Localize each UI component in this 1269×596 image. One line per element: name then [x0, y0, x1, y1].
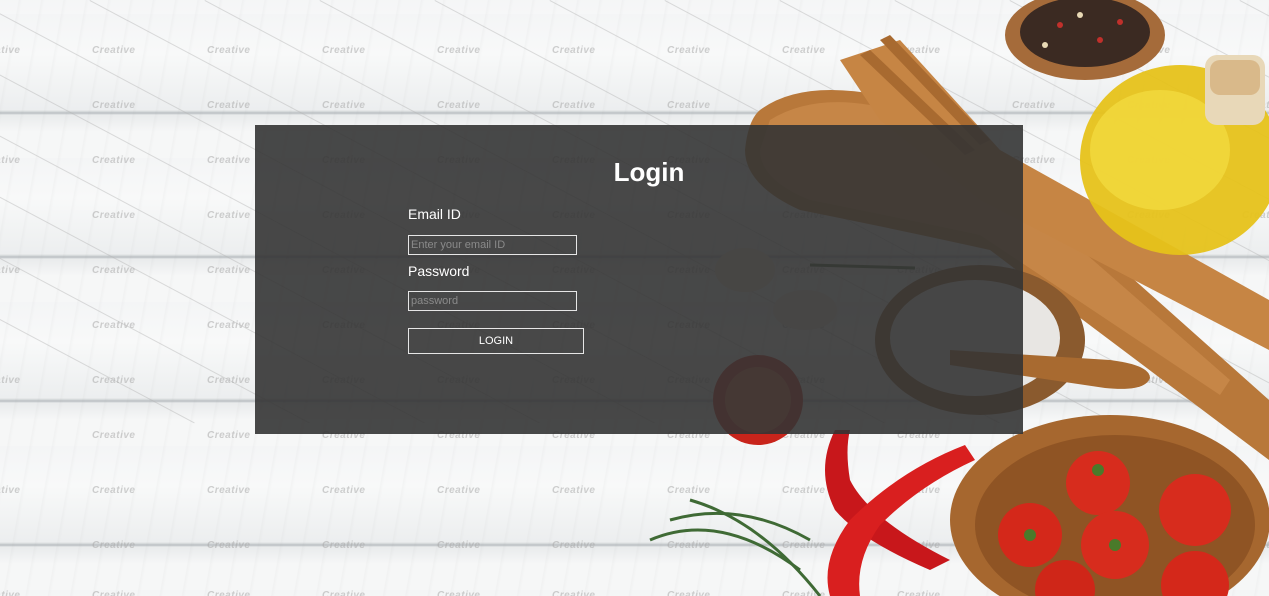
email-input[interactable]	[408, 235, 577, 255]
login-button[interactable]: LOGIN	[408, 328, 584, 354]
olive-oil-bottle-image	[1080, 55, 1269, 255]
peppercorn-bowl-image	[1005, 0, 1165, 80]
password-label: Password	[408, 263, 470, 279]
rosemary-bottom-image	[649, 498, 822, 596]
login-title: Login	[613, 157, 685, 187]
tomato-bowl-image	[950, 415, 1269, 596]
password-input[interactable]	[408, 291, 577, 311]
email-label: Email ID	[408, 206, 461, 222]
login-panel: Login Email ID Password LOGIN	[255, 125, 1023, 434]
